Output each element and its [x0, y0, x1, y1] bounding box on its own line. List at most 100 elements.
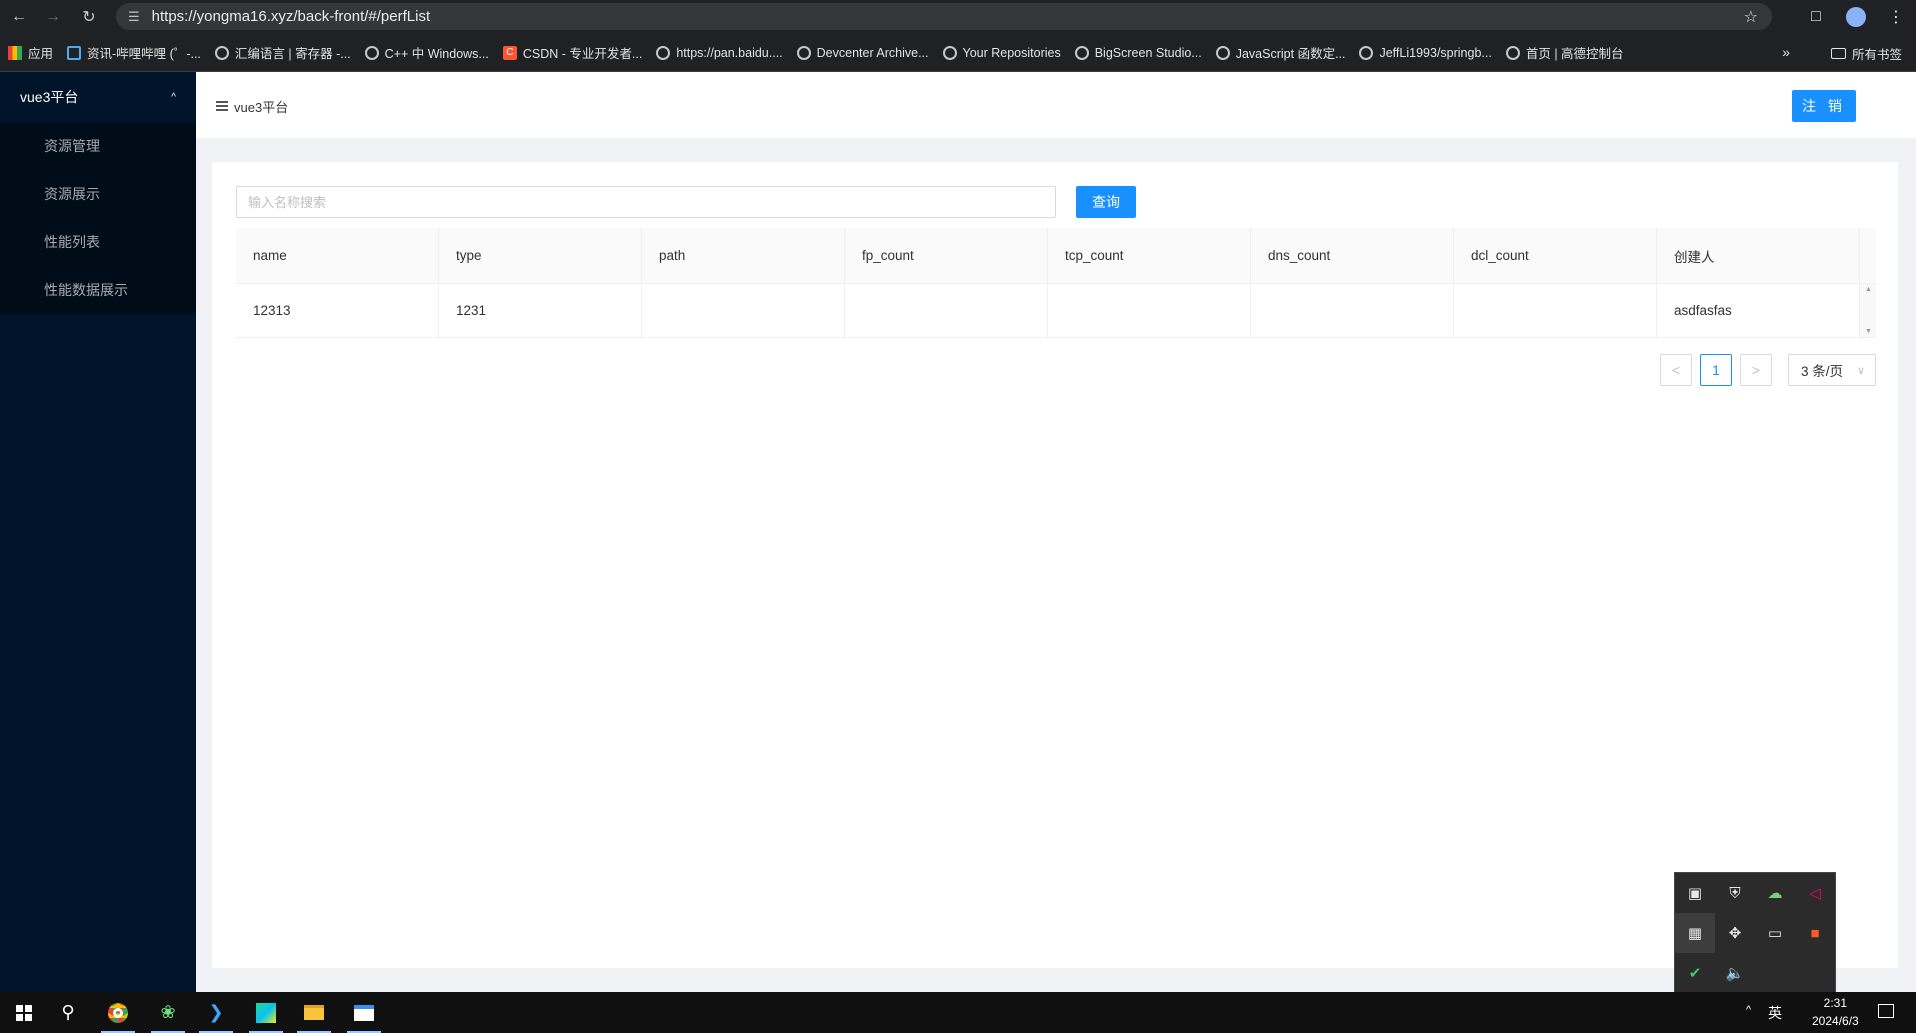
terminal-app-icon[interactable]: ▣ [1675, 873, 1715, 913]
sidebar-item-label: 资源管理 [44, 138, 100, 154]
chrome-app-icon[interactable] [94, 992, 142, 1033]
table-cell: 1231 [439, 284, 642, 337]
sidebar-item-label: 性能列表 [44, 234, 100, 250]
sidebar-item-perf-data-display[interactable]: 性能数据展示 [0, 266, 196, 314]
table-row[interactable]: 12313 1231 asdfasfas ▲ ▼ [236, 284, 1876, 338]
sidebar-item-label: 资源展示 [44, 186, 100, 202]
table-header: name type path fp_count tcp_count dns_co… [236, 228, 1876, 284]
globe-icon [364, 45, 379, 60]
table-cell [642, 284, 845, 337]
butterfly-app-icon[interactable]: ❀ [144, 992, 192, 1033]
apps-grid-icon [8, 45, 22, 60]
bookmark-label: 应用 [28, 47, 54, 61]
audio-muted-icon[interactable]: ◁ [1795, 873, 1835, 913]
globe-icon [656, 45, 671, 60]
vscode-app-icon[interactable]: ❯ [192, 992, 240, 1033]
back-arrow-icon[interactable]: ← [2, 0, 36, 34]
sidebar-submenu-title[interactable]: vue3平台 ^ [0, 72, 196, 122]
browser-toolbar: ← → ↻ ☰ https://yongma16.xyz/back-front/… [0, 0, 1916, 34]
bookmark-item[interactable]: JeffLi1993/springb... [1359, 45, 1492, 60]
forward-arrow-icon[interactable]: → [36, 0, 70, 34]
table-cell: 12313 [236, 284, 439, 337]
page-1-button[interactable]: 1 [1700, 354, 1732, 386]
battery-icon[interactable]: ▭ [1755, 913, 1795, 953]
bookmark-label: Devcenter Archive... [816, 45, 929, 60]
column-header-fp-count: fp_count [845, 228, 1048, 283]
profile-avatar-icon[interactable] [1836, 7, 1876, 27]
sidebar-item-resource-manage[interactable]: 资源管理 [0, 122, 196, 170]
bookmark-label: 资讯-哔哩哔哩 (゜-... [87, 47, 201, 61]
browser-menu-icon[interactable]: ⋮ [1876, 7, 1916, 27]
column-header-dcl-count: dcl_count [1454, 228, 1657, 283]
bookmark-label: JeffLi1993/springb... [1379, 45, 1492, 60]
table-cell [845, 284, 1048, 337]
csdn-icon: C [502, 45, 517, 60]
next-page-button[interactable]: > [1740, 354, 1772, 386]
sidebar-menu: 资源管理 资源展示 性能列表 性能数据展示 [0, 122, 196, 314]
column-header-type: type [439, 228, 642, 283]
column-header-tcp-count: tcp_count [1048, 228, 1251, 283]
site-settings-icon[interactable]: ☰ [128, 9, 140, 25]
clock[interactable]: 2:31 2024/6/3 [1812, 994, 1859, 1030]
page-size-label: 3 条/页 [1801, 364, 1844, 379]
bookmark-item[interactable]: Devcenter Archive... [796, 45, 929, 60]
bookmark-item[interactable]: BigScreen Studio... [1074, 45, 1202, 60]
grid-app-icon[interactable]: ▦ [1675, 913, 1715, 953]
move-app-icon[interactable]: ✥ [1715, 913, 1755, 953]
bookmarks-overflow-icon[interactable]: » [1782, 44, 1790, 60]
extensions-icon[interactable]: □ [1796, 8, 1836, 26]
bookmark-label: BigScreen Studio... [1094, 45, 1202, 60]
ime-indicator[interactable]: 英 [1768, 1003, 1782, 1023]
bookmark-item[interactable]: 首页 | 高德控制台 [1505, 43, 1624, 62]
globe-icon [1505, 45, 1520, 60]
file-explorer-icon[interactable] [290, 992, 338, 1033]
search-icon[interactable]: ⚲ [44, 992, 92, 1033]
bookmark-item[interactable]: 资讯-哔哩哔哩 (゜-... [67, 43, 201, 62]
address-bar[interactable]: ☰ https://yongma16.xyz/back-front/#/perf… [116, 3, 1772, 30]
chevron-up-icon: ^ [171, 91, 176, 103]
scroll-down-icon[interactable]: ▼ [1865, 328, 1872, 335]
menu-fold-icon[interactable] [216, 101, 228, 111]
sidebar-item-resource-display[interactable]: 资源展示 [0, 170, 196, 218]
notification-icon[interactable] [1878, 1004, 1894, 1018]
webstorm-app-icon[interactable] [242, 992, 290, 1033]
window-app-icon[interactable] [340, 992, 388, 1033]
orange-app-icon[interactable]: ■ [1795, 913, 1835, 953]
tray-expand-chevron-icon[interactable]: ^ [1746, 1004, 1751, 1016]
prev-page-button[interactable]: < [1660, 354, 1692, 386]
app-header: vue3平台 注 销 [196, 72, 1916, 138]
bookmark-item[interactable]: Your Repositories [942, 45, 1061, 60]
bookmark-label: 首页 | 高德控制台 [1525, 47, 1624, 61]
bookmark-item[interactable]: https://pan.baidu.... [656, 45, 783, 60]
windows-start-icon[interactable] [0, 992, 48, 1033]
bookmark-star-icon[interactable]: ☆ [1744, 7, 1758, 27]
query-button[interactable]: 查询 [1076, 186, 1136, 218]
green-app-icon[interactable]: ✔ [1675, 953, 1715, 993]
globe-icon [1215, 45, 1230, 60]
bookmark-item[interactable]: 应用 [8, 43, 53, 62]
clock-date: 2024/6/3 [1812, 1014, 1859, 1028]
url-text: https://yongma16.xyz/back-front/#/perfLi… [151, 8, 431, 25]
bookmark-item[interactable]: C++ 中 Windows... [364, 43, 489, 62]
network-app-icon[interactable]: ☁ [1755, 873, 1795, 913]
bookmark-item[interactable]: C CSDN - 专业开发者... [502, 43, 642, 62]
windows-taskbar: ⚲ ❀ ❯ ^ 英 2:31 2024/6/3 [0, 992, 1916, 1033]
speaker-icon[interactable]: 🔈 [1715, 953, 1755, 993]
globe-icon [942, 45, 957, 60]
globe-icon [796, 45, 811, 60]
page-size-select[interactable]: 3 条/页 ∨ [1788, 354, 1876, 386]
sidebar-item-label: 性能数据展示 [44, 282, 128, 298]
bookmark-item[interactable]: JavaScript 函数定... [1215, 43, 1345, 62]
clock-time: 2:31 [1823, 996, 1848, 1010]
search-input[interactable] [236, 186, 1056, 218]
logout-button[interactable]: 注 销 [1792, 90, 1856, 122]
bookmark-item[interactable]: 汇编语言 | 寄存器 -... [214, 43, 351, 62]
reload-icon[interactable]: ↻ [72, 0, 106, 34]
globe-icon [1359, 45, 1374, 60]
scroll-up-icon[interactable]: ▲ [1865, 286, 1872, 293]
security-shield-icon[interactable]: ⛨ [1715, 873, 1755, 913]
tray-overflow-popup: ▣ ⛨ ☁ ◁ ▦ ✥ ▭ ■ ✔ 🔈 [1674, 872, 1836, 994]
sidebar-item-perf-list[interactable]: 性能列表 [0, 218, 196, 266]
all-bookmarks-button[interactable]: 所有书签 [1830, 44, 1902, 63]
table-scrollbar[interactable]: ▲ ▼ [1860, 284, 1876, 337]
